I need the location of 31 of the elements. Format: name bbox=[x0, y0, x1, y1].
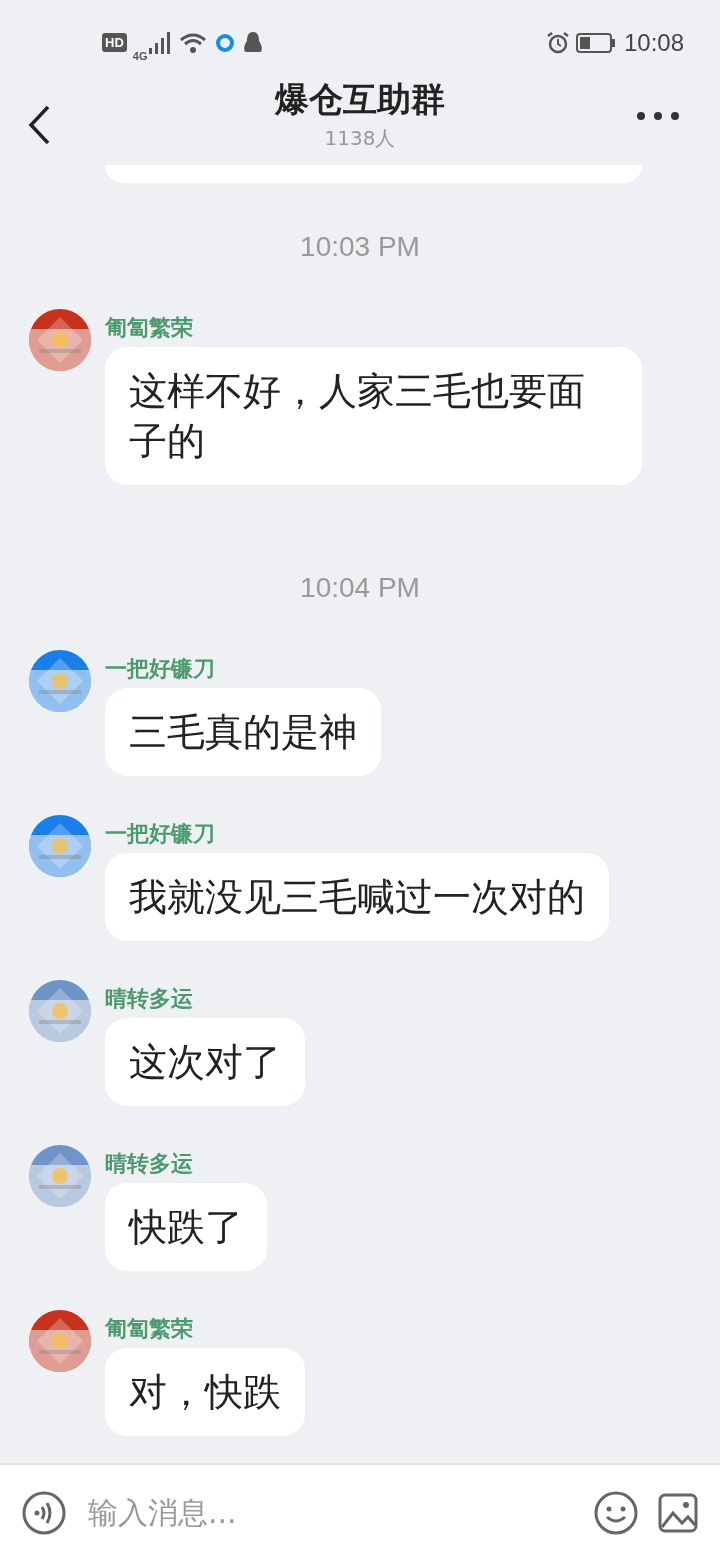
hd-indicator: HD bbox=[102, 33, 127, 52]
message-bubble: 这次对了 bbox=[105, 1018, 305, 1106]
status-time: 10:08 bbox=[623, 28, 684, 57]
back-icon[interactable] bbox=[28, 105, 50, 145]
timestamp: 10:04 PM bbox=[300, 572, 420, 604]
voice-icon[interactable] bbox=[22, 1490, 66, 1535]
wifi-icon bbox=[179, 31, 208, 54]
battery-icon bbox=[575, 31, 616, 54]
message-bubble: 对，快跌 bbox=[105, 1348, 305, 1436]
member-count: 1138人 bbox=[324, 125, 396, 152]
image-icon[interactable] bbox=[658, 1492, 698, 1533]
input-bar[interactable]: 输入消息... bbox=[0, 1463, 720, 1560]
message-bubble: 三毛真的是神 bbox=[105, 688, 381, 776]
alarm-icon bbox=[545, 30, 570, 55]
message-bubble: 我就没见三毛喊过一次对的 bbox=[105, 853, 609, 941]
app-icon bbox=[213, 30, 238, 55]
timestamp: 10:03 PM bbox=[300, 231, 420, 263]
sender-name: 晴转多运 bbox=[105, 1150, 193, 1178]
sender-name: 一把好镰刀 bbox=[105, 820, 215, 848]
sender-name: 匍匐繁荣 bbox=[105, 1315, 193, 1343]
message-bubble: 这样不好，人家三毛也要面子的 bbox=[105, 347, 642, 485]
network-type: 4G bbox=[132, 49, 148, 62]
more-icon[interactable] bbox=[636, 111, 680, 121]
sender-name: 一把好镰刀 bbox=[105, 655, 215, 683]
emoji-icon[interactable] bbox=[594, 1490, 638, 1535]
sender-name: 匍匐繁荣 bbox=[105, 314, 193, 342]
message-input[interactable]: 输入消息... bbox=[86, 1494, 574, 1531]
chat-title: 爆仓互助群 bbox=[275, 78, 445, 121]
penguin-icon bbox=[243, 30, 264, 55]
sender-name: 晴转多运 bbox=[105, 985, 193, 1013]
message-bubble: 快跌了 bbox=[105, 1183, 267, 1271]
